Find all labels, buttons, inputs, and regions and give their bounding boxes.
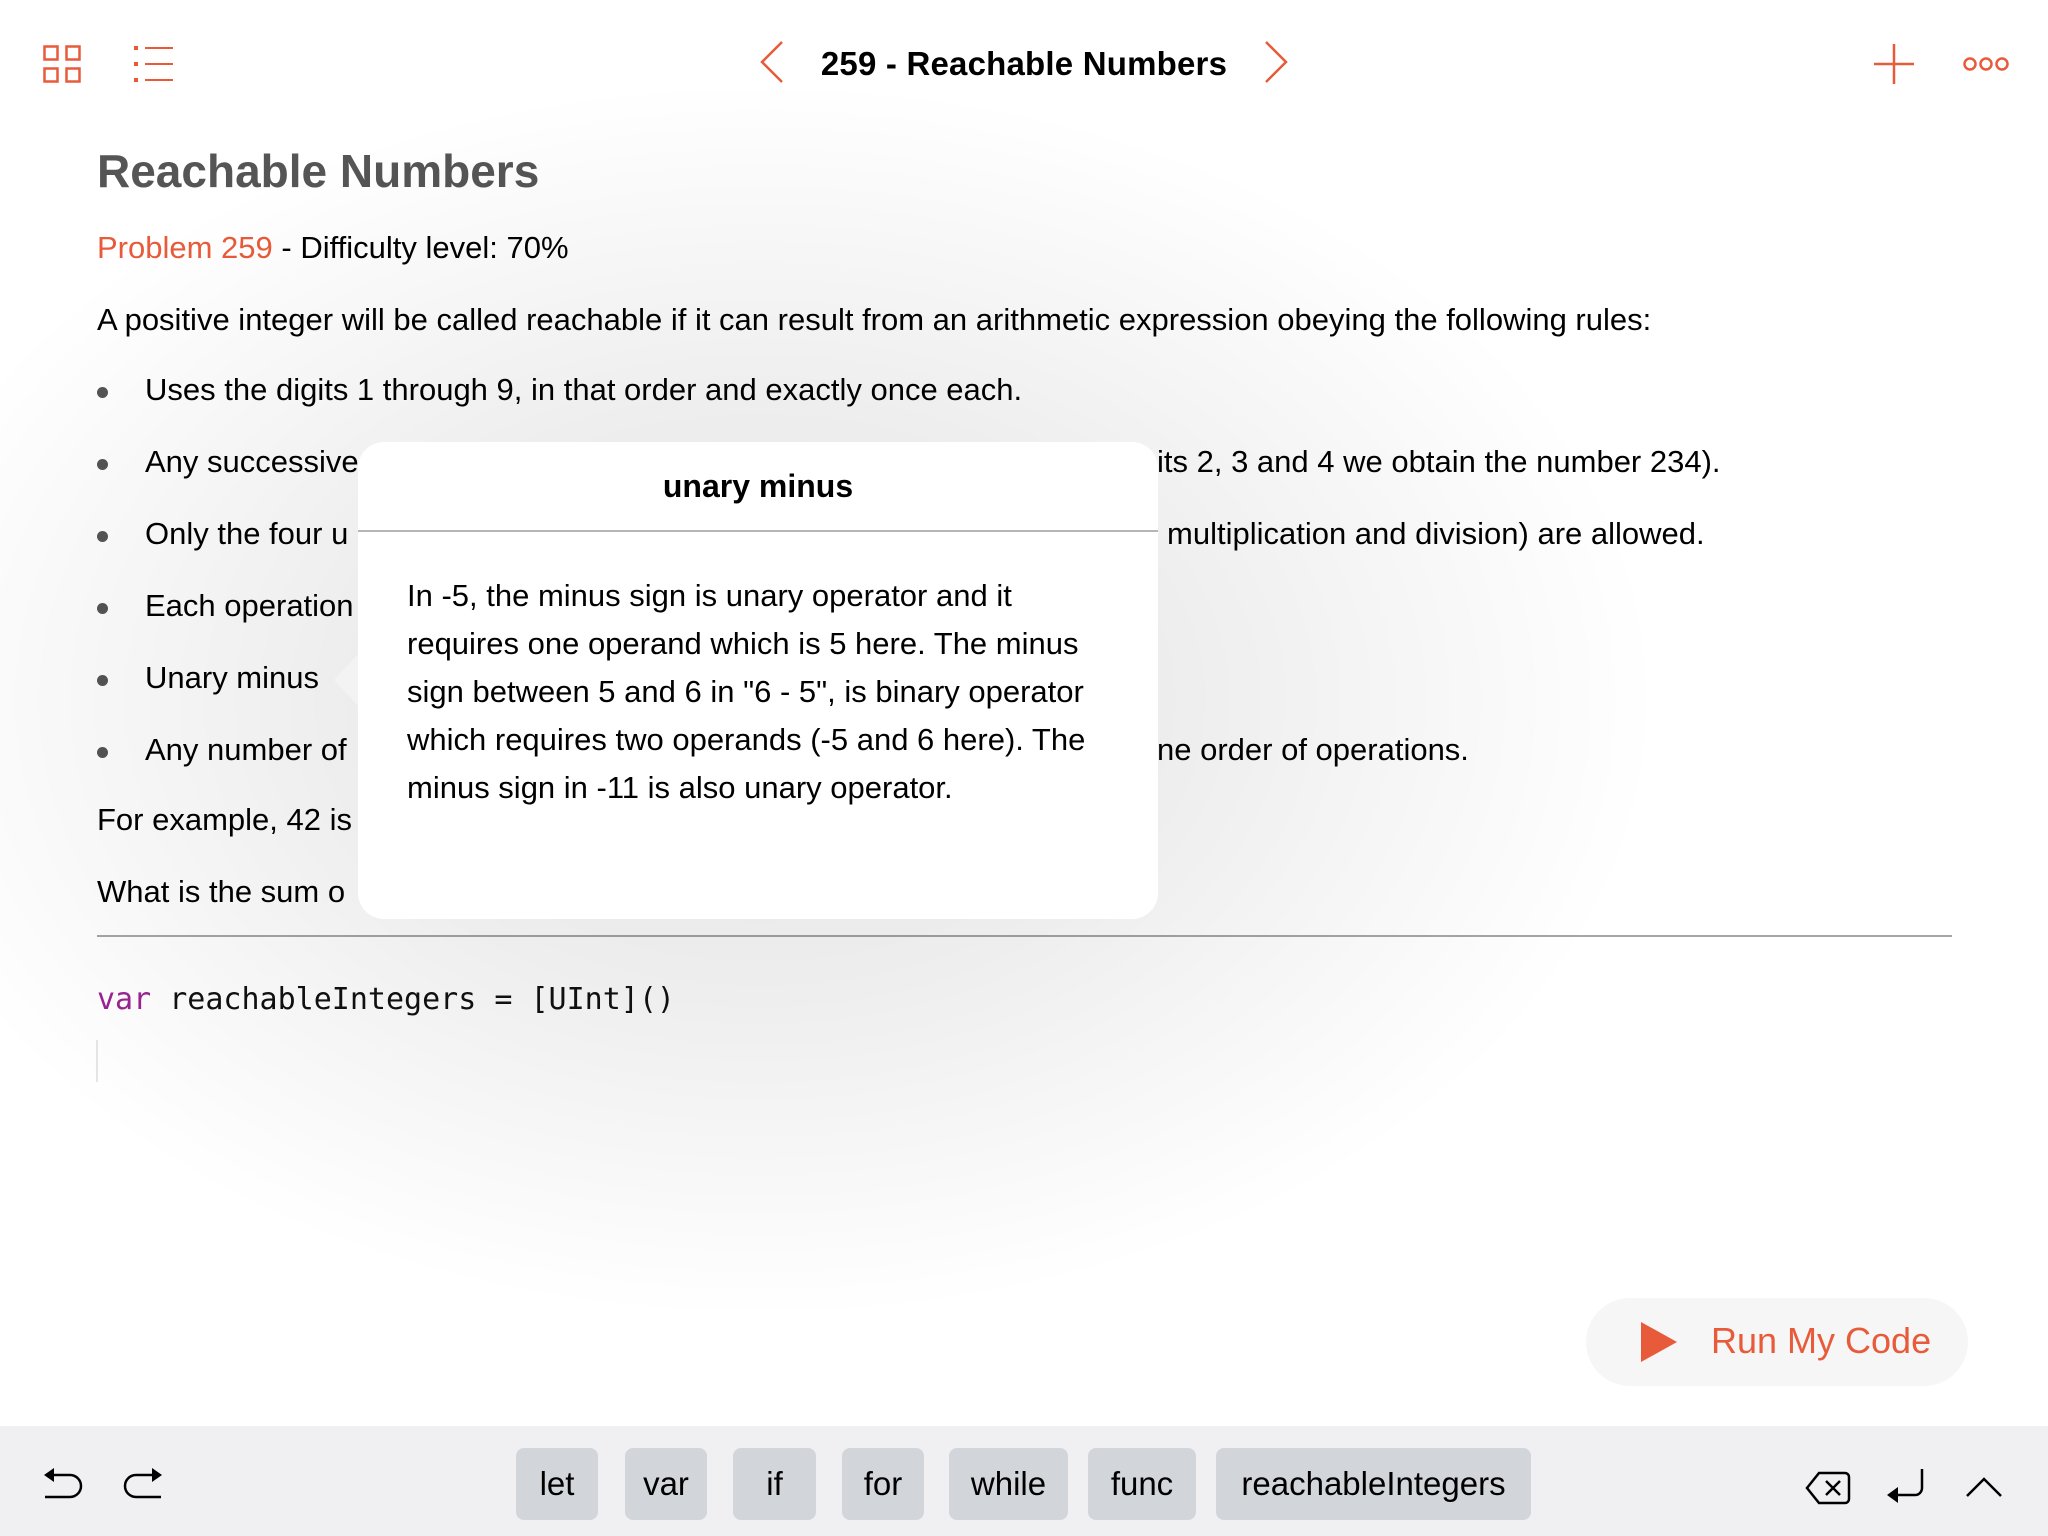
bullet-item: Any successive (145, 444, 359, 479)
popover-body: In -5, the minus sign is unary operator … (407, 578, 1086, 805)
bullet-dot (97, 603, 108, 614)
bullet-dot (97, 675, 108, 686)
delete-icon[interactable] (1805, 1471, 1851, 1510)
difficulty-text: - Difficulty level: 70% (272, 230, 569, 265)
code-editor-line[interactable]: var reachableIntegers = [UInt]() (97, 982, 675, 1017)
key-for[interactable]: for (842, 1448, 924, 1520)
bullet-item: Uses the digits 1 through 9, in that ord… (145, 372, 1023, 407)
example-paragraph: For example, 42 is (97, 802, 352, 837)
key-var[interactable]: var (625, 1448, 707, 1520)
chevron-left-icon[interactable] (757, 39, 787, 90)
bullet-item: Only the four u (145, 516, 349, 551)
return-icon[interactable] (1886, 1468, 1926, 1513)
bullet-dot (97, 387, 108, 398)
undo-icon[interactable] (42, 1466, 86, 1509)
chevron-right-icon[interactable] (1261, 39, 1291, 90)
keyboard-accessory-bar: let var if for while func reachableInteg… (0, 1426, 2048, 1536)
bullet-item: Any number of (145, 732, 347, 767)
bullet-dot (97, 531, 108, 542)
text-cursor (96, 1040, 98, 1082)
unary-minus-link[interactable]: Unary minus (145, 660, 319, 696)
code-keyword: var (97, 982, 152, 1017)
more-icon[interactable] (1963, 56, 2009, 72)
code-text: reachableIntegers = [UInt]() (151, 982, 675, 1017)
problem-meta: Problem 259 - Difficulty level: 70% (97, 230, 569, 266)
nav-title: 259 - Reachable Numbers (820, 45, 1228, 82)
bullet-item-continued: multiplication and division) are allowed… (1167, 516, 1705, 551)
problem-link[interactable]: Problem 259 (97, 230, 273, 265)
run-my-code-button[interactable]: Run My Code (1586, 1298, 1968, 1386)
popover-title: unary minus (662, 468, 854, 504)
bullet-item: Each operation (145, 588, 354, 623)
bullet-item-continued: ne order of operations. (1157, 732, 1469, 767)
redo-icon[interactable] (120, 1466, 164, 1509)
nav-bar-title-area: 259 - Reachable Numbers (0, 38, 2048, 90)
play-icon (1641, 1322, 1677, 1362)
bullet-item-continued: its 2, 3 and 4 we obtain the number 234)… (1157, 444, 1721, 479)
popover-arrow (334, 652, 360, 708)
key-while[interactable]: while (949, 1448, 1068, 1520)
key-let[interactable]: let (516, 1448, 598, 1520)
question-paragraph: What is the sum o (97, 874, 346, 909)
definition-popover: unary minus In -5, the minus sign is una… (358, 442, 1158, 919)
content-divider (97, 935, 1952, 937)
hide-keyboard-icon[interactable] (1965, 1476, 2003, 1503)
intro-paragraph: A positive integer will be called reacha… (97, 302, 1652, 337)
bullet-dot (97, 747, 108, 758)
key-if[interactable]: if (733, 1448, 816, 1520)
key-func[interactable]: func (1088, 1448, 1196, 1520)
key-reachableintegers[interactable]: reachableIntegers (1216, 1448, 1531, 1520)
bullet-dot (97, 459, 108, 470)
page-heading: Reachable Numbers (97, 145, 540, 197)
run-button-label: Run My Code (1711, 1320, 1932, 1361)
plus-icon[interactable] (1874, 44, 1914, 84)
popover-divider (358, 530, 1158, 532)
